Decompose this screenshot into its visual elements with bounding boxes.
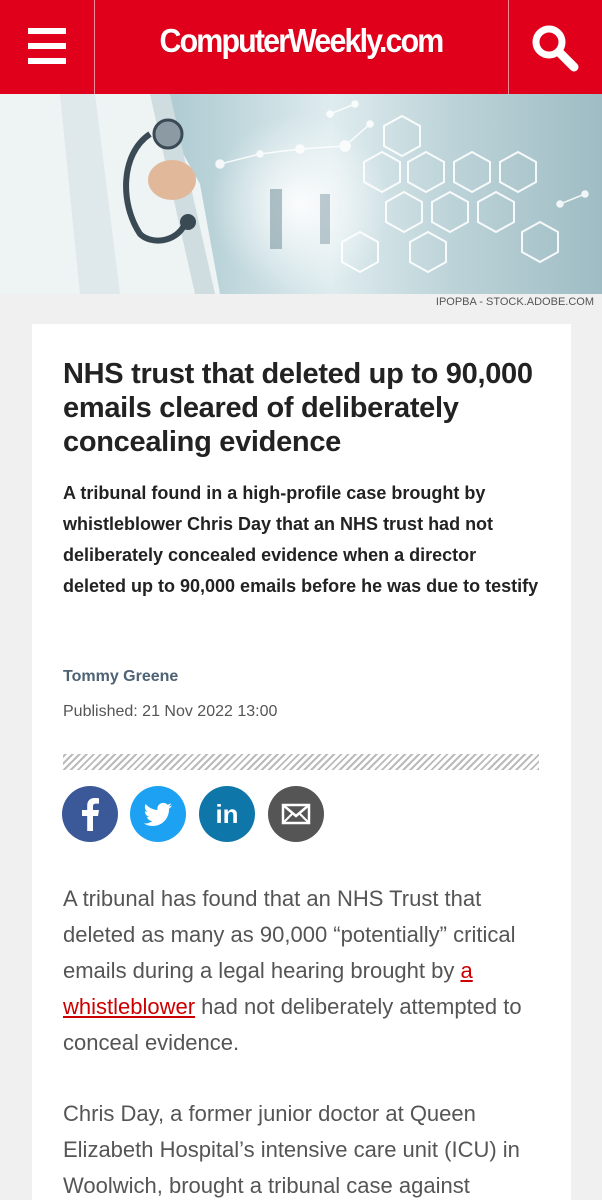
twitter-icon [143,802,172,826]
hamburger-menu-icon [28,28,66,34]
share-twitter-button[interactable] [130,786,186,842]
share-linkedin-button[interactable]: in [199,786,255,842]
author-link[interactable]: Tommy Greene [63,668,178,686]
article-title: NHS trust that deleted up to 90,000 emai… [63,358,533,458]
site-logo[interactable]: ComputerWeekly.com [112,22,489,60]
search-button[interactable] [508,0,602,94]
linkedin-icon: in [215,799,238,829]
site-header: ComputerWeekly.com [0,0,602,94]
divider [63,754,539,770]
share-email-button[interactable] [268,786,324,842]
svg-text:in: in [215,799,238,829]
share-facebook-button[interactable] [62,786,118,842]
image-credit: IPOPBA - STOCK.ADOBE.COM [435,296,594,308]
paragraph: Chris Day, a former junior doctor at Que… [63,1101,520,1198]
publish-date: Published: 21 Nov 2022 13:00 [63,703,278,720]
paragraph: A tribunal has found that an NHS Trust t… [63,886,522,1055]
hero-image [0,94,602,294]
facebook-icon [82,798,99,831]
email-icon [281,803,311,825]
search-icon [532,25,579,72]
article-standfirst: A tribunal found in a high-profile case … [63,483,539,596]
article-card: NHS trust that deleted up to 90,000 emai… [32,324,571,1200]
menu-button[interactable] [0,0,95,94]
